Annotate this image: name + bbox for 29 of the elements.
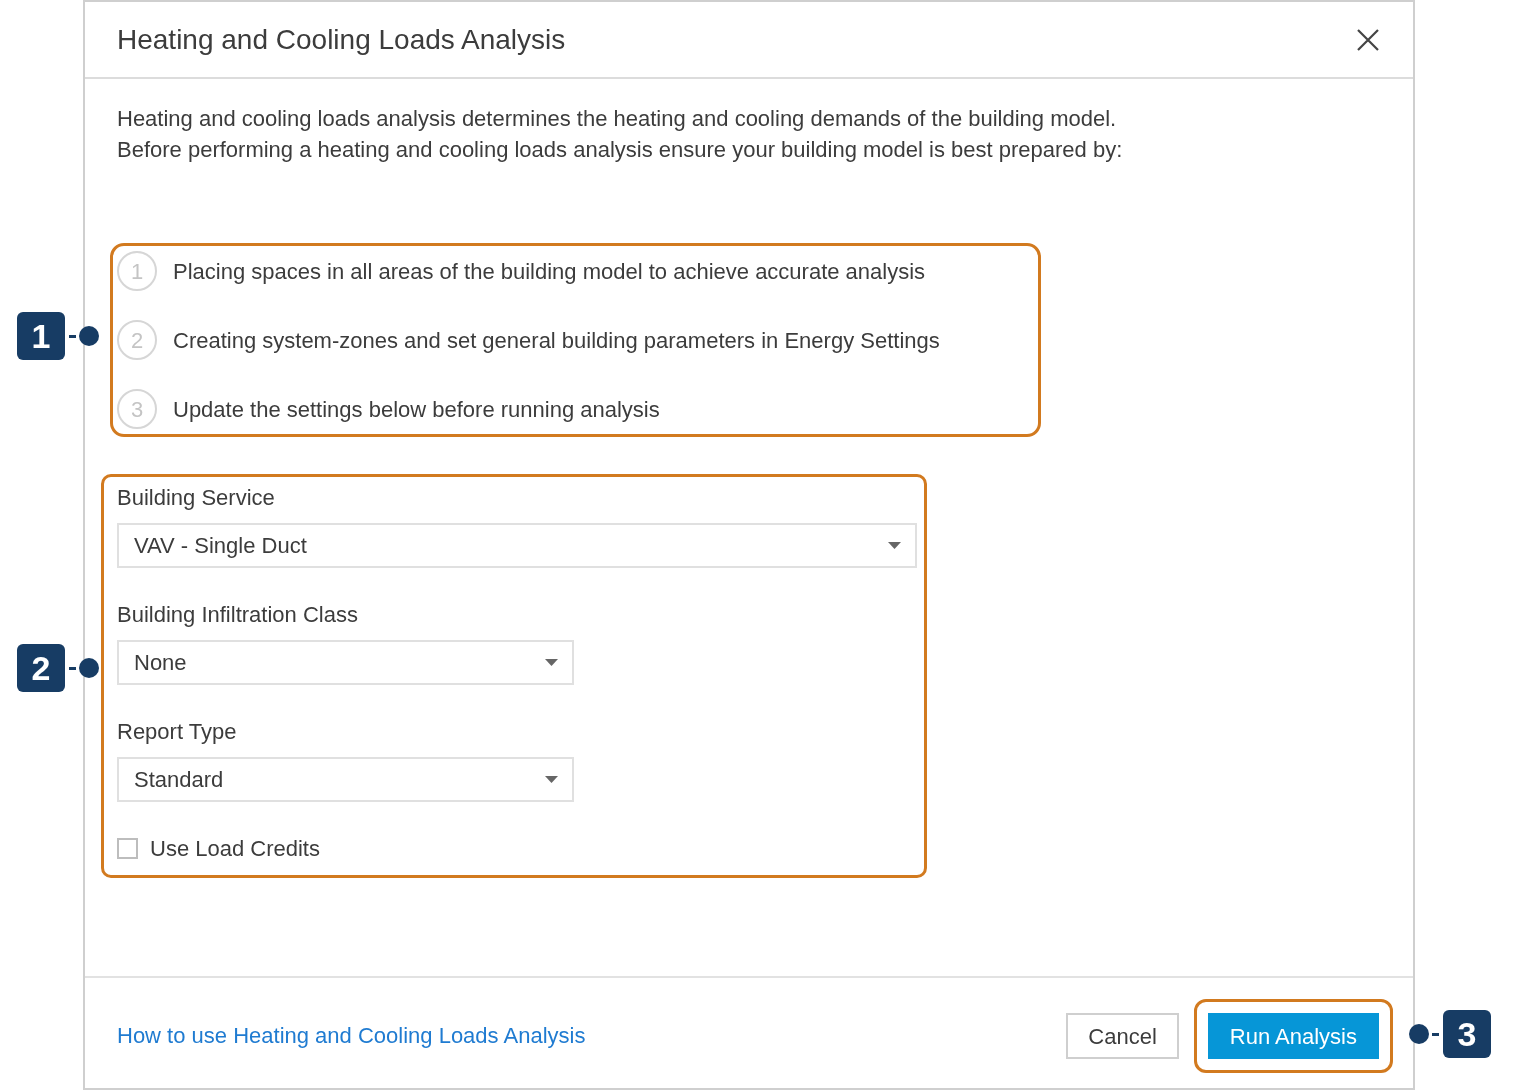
callout-badge: 2: [17, 644, 65, 692]
cancel-button[interactable]: Cancel: [1066, 1013, 1179, 1059]
step-number: 2: [117, 320, 157, 360]
caret-icon: [545, 659, 558, 666]
field-label: Building Infiltration Class: [117, 601, 358, 629]
dialog-title: Heating and Cooling Loads Analysis: [117, 22, 566, 57]
step-text: Creating system-zones and set general building parameters in Energy Settings: [173, 326, 940, 355]
dropdown[interactable]: Standard: [117, 757, 574, 802]
leader-line: [69, 658, 99, 678]
field-label: Report Type: [117, 718, 237, 746]
checkbox-label: Use Load Credits: [150, 835, 320, 863]
dropdown[interactable]: VAV - Single Duct: [117, 523, 917, 568]
field-label: Building Service: [117, 484, 275, 512]
step-number: 3: [117, 389, 157, 429]
checkbox[interactable]: [117, 838, 138, 859]
description-text: Heating and cooling loads analysis determines the heating and cooling demands of the building model.: [117, 105, 1118, 133]
caret-icon: [545, 776, 558, 783]
callout-badge: 3: [1443, 1010, 1491, 1058]
callout-badge: 1: [17, 312, 65, 360]
caret-icon: [888, 542, 901, 549]
dropdown[interactable]: None: [117, 640, 574, 685]
step-text: Update the settings below before running analysis: [173, 395, 660, 424]
leader-line: [1409, 1024, 1439, 1044]
step-text: Placing spaces in all areas of the building model to achieve accurate analysis: [173, 257, 926, 286]
close-icon[interactable]: [1357, 28, 1379, 51]
leader-line: [69, 326, 99, 346]
step-number: 1: [117, 251, 157, 291]
help-link[interactable]: How to use Heating and Cooling Loads Analysis: [117, 1018, 586, 1052]
description-text: Before performing a heating and cooling loads analysis ensure your building model is best prepared by:: [117, 136, 1124, 164]
